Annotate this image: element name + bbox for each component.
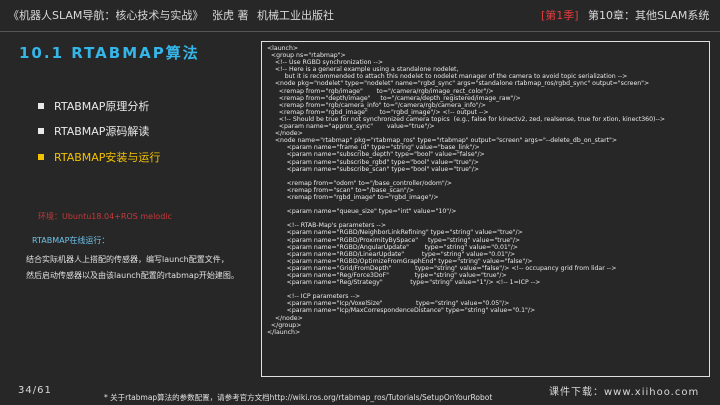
code-line: <!-- Use RGBD synchronization --> [267,59,384,67]
code-line: <remap from="rgbd_image" to="rgbd_image"… [267,108,489,116]
menu-item-install-run[interactable]: RTABMAP安装与运行 [38,151,160,164]
book-title: 《机器人SLAM导航：核心技术与实战》 [8,9,204,22]
menu-item-label: RTABMAP原理分析 [54,100,150,113]
square-bullet-icon [38,103,44,109]
book-author: 张虎 著 [212,9,249,22]
code-line: <launch> [267,45,299,52]
code-line: <!-- Should be true for not synchronized… [267,115,666,123]
menu-item-principle[interactable]: RTABMAP原理分析 [38,100,149,113]
code-line: <!-- Here is a general example using a s… [267,66,459,74]
code-line: <!-- ICP parameters --> [267,293,361,301]
code-line: </group> [267,321,302,329]
code-line: <param name="Reg/Force3DoF" type="string… [267,272,507,279]
menu-item-label: RTABMAP安装与运行 [54,151,161,164]
code-line: </launch> [267,328,301,336]
launch-file-code-box: <launch> <group ns="rtabmap"> <!-- Use R… [261,41,710,377]
section-title: 10.1 RTABMAP算法 [19,44,200,62]
description-line: 然后启动传感器以及由该launch配置的rtabmap开始建图。 [26,271,239,280]
menu-item-source[interactable]: RTABMAP源码解读 [38,125,149,138]
code-line: <param name="Icp/MaxCorrespondenceDistan… [267,307,536,315]
code-line: <remap from="rgb/camera_info" to="/camer… [267,101,486,109]
code-line: <param name="queue_size" type="int" valu… [267,208,457,216]
code-line: <group ns="rtabmap"> [267,52,346,60]
code-line: <param name="approx_sync" value="true"/> [267,123,435,131]
environment-note: 环境：Ubuntu18.04+ROS melodic [38,212,172,221]
slide-header: 《机器人SLAM导航：核心技术与实战》 张虎 著 机械工业出版社 [第1季] 第… [0,0,720,30]
code-line: <param name="subscribe_rgbd" type="bool"… [267,158,479,166]
download-link[interactable]: 课件下载：www.xiihoo.com [549,383,699,398]
code-line: <remap from="depth/image" to="/camera/de… [267,94,521,102]
code-line: </node> [267,130,303,138]
code-line: <param name="RGBD/AngularUpdate" type="s… [267,243,518,251]
code-line: <param name="Grid/FromDepth" type="strin… [267,264,617,272]
code-line: <param name="RGBD/NeighborLinkRefining" … [267,229,523,237]
code-line: <node pkg="nodelet" type="nodelet" name=… [267,80,650,88]
code-line: <param name="subscribe_scan" type="bool"… [267,165,480,173]
header-divider [0,31,720,32]
code-line: but it is recommended to attach this nod… [267,73,628,81]
code-line: <remap from="odom" to="/base_controller/… [267,179,452,187]
code-line: <param name="frame_id" type="string" val… [267,144,480,152]
code-line: <node name="rtabmap" pkg="rtabmap_ros" t… [267,137,618,145]
code-line: <!-- RTAB-Map's parameters --> [267,222,387,230]
footnote: * 关于rtabmap算法的参数配置，请参考官方文档http://wiki.ro… [104,393,493,402]
menu-item-label: RTABMAP源码解读 [54,125,150,138]
page-number: 34/61 [18,385,52,396]
code-line: <param name="RGBD/OptimizeFromGraphEnd" … [267,257,533,265]
code-line: <param name="Icp/VoxelSize" type="string… [267,300,510,308]
code-line: <param name="RGBD/ProximityBySpace" type… [267,236,521,244]
description-title: RTABMAP在线运行： [32,236,110,245]
square-bullet-icon [38,128,44,134]
code-line: <remap from="rgbd_image" to="rgbd_image"… [267,193,439,201]
code-line: <remap from="scan" to="/base_scan"/> [267,186,414,194]
lesson-badge: [第1季] [541,9,579,22]
code-line: <remap from="rgb/image" to="/camera/rgb/… [267,87,494,95]
code-line: <param name="Reg/Strategy" type="string"… [267,279,541,287]
book-publisher: 机械工业出版社 [257,9,334,22]
chapter-title: 第10章：其他SLAM系统 [588,9,710,22]
code-line: </node> [267,314,303,322]
square-bullet-icon [38,154,44,160]
description-line: 结合实际机器人上搭配的传感器，编写launch配置文件， [26,255,229,264]
code-line: <param name="subscribe_depth" type="bool… [267,151,485,159]
code-line: <param name="RGBD/LinearUpdate" type="st… [267,250,516,258]
